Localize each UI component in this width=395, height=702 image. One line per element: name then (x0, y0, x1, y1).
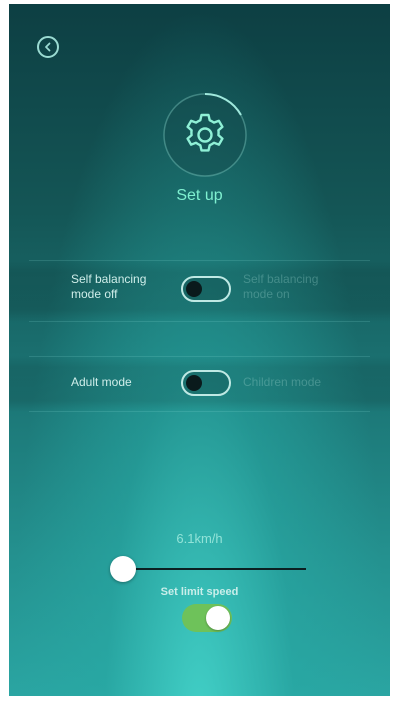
setup-screen: Set up Self balancing mode off Self bala… (9, 4, 390, 696)
switch-knob (206, 606, 230, 630)
back-button[interactable] (37, 36, 59, 58)
speed-slider-thumb[interactable] (110, 556, 136, 582)
balance-mode-toggle[interactable] (181, 276, 231, 302)
children-mode-label: Children mode (243, 375, 322, 389)
adult-mode-label: Adult mode (71, 375, 132, 389)
limit-speed-switch[interactable] (182, 604, 232, 632)
phone-frame: Set up Self balancing mode off Self bala… (0, 0, 395, 702)
speed-value: 6.1km/h (176, 531, 223, 546)
toggle-knob (186, 375, 202, 391)
settings-gear (161, 91, 249, 179)
gear-icon (163, 92, 247, 177)
limit-speed-label: Set limit speed (160, 586, 239, 598)
toggle-knob (186, 281, 202, 297)
balance-off-label: Self balancing mode off (71, 272, 147, 301)
chevron-left-icon (45, 42, 51, 52)
balance-on-label: Self balancing mode on (243, 272, 319, 301)
speed-slider-track[interactable] (120, 568, 306, 570)
page-title: Set up (176, 187, 223, 204)
age-mode-toggle[interactable] (181, 370, 231, 396)
